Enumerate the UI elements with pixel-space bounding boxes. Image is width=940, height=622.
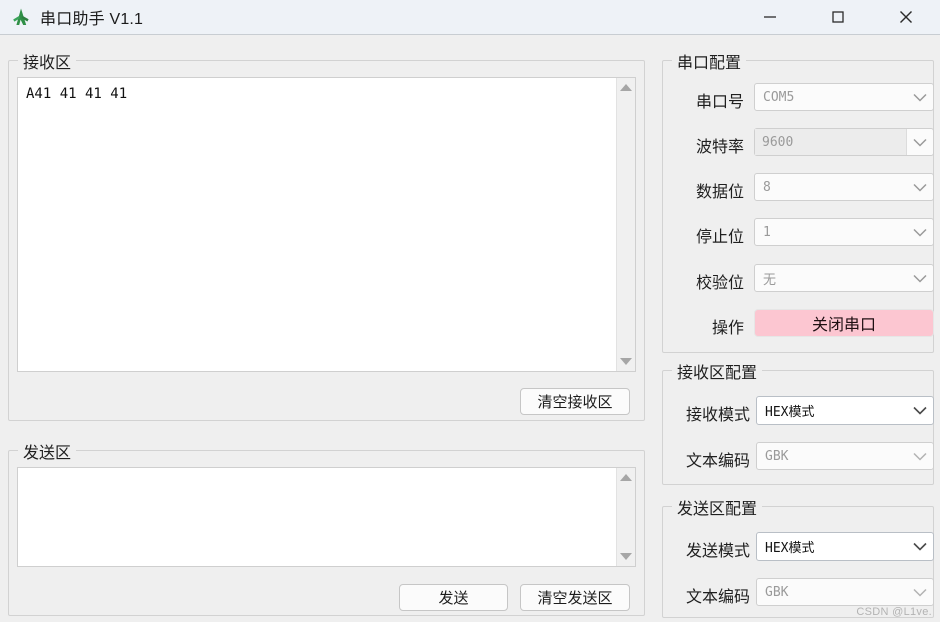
close-icon (900, 11, 912, 23)
chevron-down-icon (907, 228, 933, 237)
chevron-down-icon (907, 406, 933, 415)
port-number-label: 串口号 (695, 94, 744, 111)
stop-bits-label: 停止位 (695, 229, 744, 246)
parity-select[interactable]: 无 (754, 264, 934, 292)
send-scrollbar[interactable] (616, 468, 635, 566)
title-bar: 串口助手 V1.1 (0, 0, 940, 35)
send-encoding-label: 文本编码 (685, 589, 750, 606)
chevron-down-icon (907, 93, 933, 102)
parity-value: 无 (763, 272, 777, 288)
send-encoding-value: GBK (765, 584, 789, 600)
chevron-down-icon (907, 542, 933, 551)
stop-bits-select[interactable]: 1 (754, 218, 934, 246)
data-bits-select[interactable]: 8 (754, 173, 934, 201)
send-encoding-select[interactable]: GBK (756, 578, 934, 606)
send-mode-select[interactable]: HEX模式 (756, 532, 934, 561)
baud-rate-select[interactable]: 9600 (754, 128, 934, 156)
clear-receive-button[interactable]: 清空接收区 (520, 388, 630, 415)
parity-label: 校验位 (695, 275, 744, 292)
receive-encoding-label: 文本编码 (685, 453, 750, 470)
scroll-down-arrow-icon[interactable] (617, 548, 635, 565)
scroll-down-arrow-icon[interactable] (617, 353, 635, 370)
send-area-title: 发送区 (18, 439, 77, 463)
action-label: 操作 (711, 320, 744, 337)
maximize-icon (832, 11, 844, 23)
port-number-value: COM5 (763, 89, 795, 105)
serial-config-title: 串口配置 (672, 49, 747, 73)
close-port-button[interactable]: 关闭串口 (754, 309, 934, 337)
send-textarea[interactable] (17, 467, 636, 567)
receive-encoding-value: GBK (765, 448, 789, 464)
minimize-icon (764, 16, 776, 18)
data-bits-value: 8 (763, 179, 771, 195)
chevron-down-icon (907, 138, 933, 147)
receive-mode-value: HEX模式 (765, 405, 815, 420)
window-title: 串口助手 V1.1 (40, 11, 144, 28)
window-controls (736, 0, 940, 34)
receive-textarea-content: A41 41 41 41 (26, 86, 128, 102)
receive-mode-select[interactable]: HEX模式 (756, 396, 934, 425)
watermark-text: CSDN @L1ve. (856, 606, 932, 618)
receive-encoding-select[interactable]: GBK (756, 442, 934, 470)
stop-bits-value: 1 (763, 224, 771, 240)
baud-rate-value[interactable]: 9600 (755, 129, 907, 155)
send-mode-label: 发送模式 (685, 543, 750, 560)
maximize-button[interactable] (804, 0, 872, 34)
scroll-up-arrow-icon[interactable] (617, 469, 635, 486)
chevron-down-icon (907, 183, 933, 192)
send-mode-value: HEX模式 (765, 541, 815, 556)
serial-assistant-window: 串口助手 V1.1 接收区 A41 41 41 41 清空接收区 发送区 发送 … (0, 0, 940, 622)
receive-mode-label: 接收模式 (685, 407, 750, 424)
receive-area-title: 接收区 (18, 49, 77, 73)
receive-textarea[interactable]: A41 41 41 41 (17, 77, 636, 372)
baud-rate-label: 波特率 (695, 139, 744, 156)
chevron-down-icon (907, 588, 933, 597)
send-button[interactable]: 发送 (399, 584, 508, 611)
send-config-title: 发送区配置 (672, 495, 763, 519)
data-bits-label: 数据位 (695, 184, 744, 201)
clear-send-button[interactable]: 清空发送区 (520, 584, 630, 611)
app-logo-icon (13, 8, 29, 25)
minimize-button[interactable] (736, 0, 804, 34)
port-number-select[interactable]: COM5 (754, 83, 934, 111)
scroll-up-arrow-icon[interactable] (617, 79, 635, 96)
close-button[interactable] (872, 0, 940, 34)
chevron-down-icon (907, 274, 933, 283)
receive-config-title: 接收区配置 (672, 359, 763, 383)
receive-scrollbar[interactable] (616, 78, 635, 371)
chevron-down-icon (907, 452, 933, 461)
send-textarea-content (18, 468, 615, 566)
